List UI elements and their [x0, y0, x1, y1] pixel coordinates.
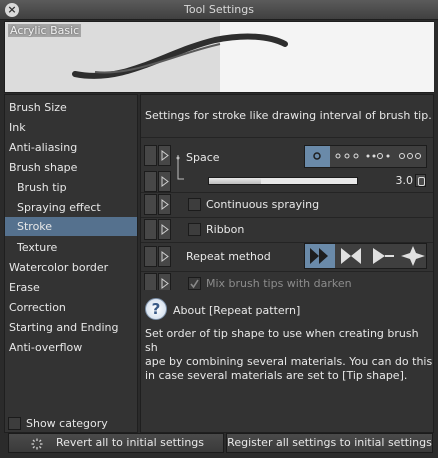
sidebar-item-correction[interactable]: Correction [5, 298, 137, 317]
mix-darken-label: Mix brush tips with darken [206, 277, 352, 290]
sidebar-item-erase[interactable]: Erase [5, 278, 137, 297]
sidebar-item-brush-tip[interactable]: Brush tip [5, 178, 137, 197]
continuous-spraying-checkbox[interactable] [188, 198, 201, 211]
mix-darken-checkbox[interactable] [188, 277, 201, 290]
spinner-icon[interactable] [415, 174, 426, 187]
register-button[interactable]: Register all settings to initial setting… [226, 433, 433, 453]
help-icon: ? [145, 298, 167, 320]
expand-icon[interactable] [158, 194, 171, 215]
ribbon-label: Ribbon [206, 223, 245, 236]
repeat-method-selector[interactable] [304, 243, 427, 269]
revert-button[interactable]: Revert all to initial settings [8, 433, 224, 453]
sidebar-item-ink[interactable]: Ink [5, 118, 137, 137]
category-list: Brush Size Ink Anti-aliasing Brush shape… [4, 94, 138, 433]
lock-toggle-space-value[interactable] [144, 171, 157, 192]
repeat-method-label: Repeat method [186, 250, 271, 263]
panel-description: Settings for stroke like drawing interva… [145, 109, 432, 122]
expand-icon[interactable] [158, 145, 171, 166]
space-value[interactable]: 3.0 [383, 174, 414, 187]
space-option-2[interactable] [332, 146, 362, 167]
lock-toggle-continuous-spraying[interactable] [144, 194, 157, 215]
about-text: Set order of tip shape to use when creat… [145, 327, 433, 382]
reset-icon [31, 438, 43, 450]
sidebar-item-stroke[interactable]: Stroke [5, 217, 137, 236]
expand-icon[interactable] [158, 219, 171, 240]
sidebar-item-brush-shape[interactable]: Brush shape [5, 158, 137, 177]
settings-panel: Settings for stroke like drawing interva… [140, 94, 434, 433]
space-option-4[interactable] [395, 146, 427, 167]
sidebar-item-spraying-effect[interactable]: Spraying effect [5, 198, 137, 217]
window-title: Tool Settings [184, 3, 254, 16]
sidebar-item-anti-overflow[interactable]: Anti-overflow [5, 338, 137, 357]
show-category[interactable]: Show category [8, 416, 108, 430]
lock-toggle-space[interactable] [144, 145, 157, 166]
expand-icon[interactable] [158, 246, 171, 267]
space-mode-selector[interactable] [304, 145, 427, 168]
lock-toggle-ribbon[interactable] [144, 219, 157, 240]
space-label: Space [186, 151, 220, 164]
space-option-3[interactable] [363, 146, 393, 167]
check-icon [190, 279, 199, 289]
sidebar-item-texture[interactable]: Texture [5, 238, 137, 257]
titlebar: × Tool Settings [0, 0, 438, 20]
about-title: About [Repeat pattern] [173, 304, 301, 317]
show-category-label: Show category [26, 416, 108, 430]
footer: Revert all to initial settings Register … [4, 433, 434, 455]
space-slider[interactable] [208, 177, 358, 185]
link-bracket-icon [176, 155, 184, 180]
repeat-option-once[interactable] [367, 244, 397, 268]
about-section: ? About [Repeat pattern] Set order of ti… [141, 290, 433, 432]
ribbon-checkbox[interactable] [188, 223, 201, 236]
sidebar-item-anti-aliasing[interactable]: Anti-aliasing [5, 138, 137, 157]
repeat-option-reverse[interactable] [336, 244, 366, 268]
lock-toggle-repeat-method[interactable] [144, 246, 157, 267]
expand-icon[interactable] [158, 171, 171, 192]
brush-preview: Acrylic Basic [4, 21, 434, 93]
sidebar-item-brush-size[interactable]: Brush Size [5, 98, 137, 117]
repeat-option-repeat[interactable] [305, 244, 335, 268]
brush-name: Acrylic Basic [8, 24, 82, 37]
space-option-1[interactable] [305, 146, 330, 167]
repeat-option-random[interactable] [398, 244, 428, 268]
sidebar-item-starting-and-ending[interactable]: Starting and Ending [5, 318, 137, 337]
revert-label: Revert all to initial settings [55, 436, 205, 449]
continuous-spraying-label: Continuous spraying [206, 198, 320, 211]
sidebar-item-watercolor-border[interactable]: Watercolor border [5, 258, 137, 277]
show-category-checkbox[interactable] [8, 416, 21, 430]
